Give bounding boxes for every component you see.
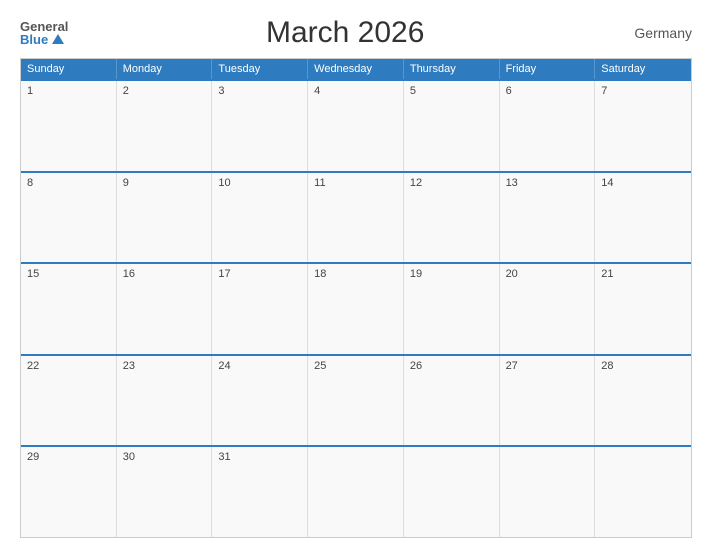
calendar-title: March 2026	[68, 16, 622, 50]
day-empty-3	[500, 447, 596, 537]
day-header-tuesday: Tuesday	[212, 59, 308, 79]
day-4: 4	[308, 81, 404, 171]
week-row-4: 22 23 24 25 26 27 28	[21, 354, 691, 446]
day-8: 8	[21, 173, 117, 263]
day-header-wednesday: Wednesday	[308, 59, 404, 79]
day-11: 11	[308, 173, 404, 263]
country-label: Germany	[622, 25, 692, 41]
weeks-container: 1 2 3 4 5 6 7 8 9 10 11 12 13 14 15	[21, 79, 691, 537]
day-29: 29	[21, 447, 117, 537]
day-header-sunday: Sunday	[21, 59, 117, 79]
logo: General Blue	[20, 20, 68, 46]
page: General Blue March 2026 Germany Sunday M…	[0, 0, 712, 550]
day-16: 16	[117, 264, 213, 354]
day-22: 22	[21, 356, 117, 446]
day-header-friday: Friday	[500, 59, 596, 79]
day-27: 27	[500, 356, 596, 446]
day-6: 6	[500, 81, 596, 171]
day-14: 14	[595, 173, 691, 263]
day-3: 3	[212, 81, 308, 171]
day-7: 7	[595, 81, 691, 171]
day-21: 21	[595, 264, 691, 354]
logo-blue-row: Blue	[20, 33, 64, 46]
day-23: 23	[117, 356, 213, 446]
day-10: 10	[212, 173, 308, 263]
day-9: 9	[117, 173, 213, 263]
day-header-saturday: Saturday	[595, 59, 691, 79]
day-2: 2	[117, 81, 213, 171]
calendar-header: General Blue March 2026 Germany	[20, 16, 692, 50]
day-28: 28	[595, 356, 691, 446]
day-13: 13	[500, 173, 596, 263]
day-17: 17	[212, 264, 308, 354]
day-1: 1	[21, 81, 117, 171]
day-18: 18	[308, 264, 404, 354]
calendar-grid: Sunday Monday Tuesday Wednesday Thursday…	[20, 58, 692, 538]
day-19: 19	[404, 264, 500, 354]
week-row-1: 1 2 3 4 5 6 7	[21, 79, 691, 171]
day-20: 20	[500, 264, 596, 354]
day-5: 5	[404, 81, 500, 171]
logo-blue-text: Blue	[20, 33, 48, 46]
day-15: 15	[21, 264, 117, 354]
day-25: 25	[308, 356, 404, 446]
week-row-5: 29 30 31	[21, 445, 691, 537]
week-row-2: 8 9 10 11 12 13 14	[21, 171, 691, 263]
day-30: 30	[117, 447, 213, 537]
day-empty-2	[404, 447, 500, 537]
day-header-monday: Monday	[117, 59, 213, 79]
day-headers-row: Sunday Monday Tuesday Wednesday Thursday…	[21, 59, 691, 79]
day-31: 31	[212, 447, 308, 537]
day-empty-4	[595, 447, 691, 537]
day-header-thursday: Thursday	[404, 59, 500, 79]
logo-triangle-icon	[52, 34, 64, 44]
day-12: 12	[404, 173, 500, 263]
day-24: 24	[212, 356, 308, 446]
week-row-3: 15 16 17 18 19 20 21	[21, 262, 691, 354]
day-26: 26	[404, 356, 500, 446]
day-empty-1	[308, 447, 404, 537]
